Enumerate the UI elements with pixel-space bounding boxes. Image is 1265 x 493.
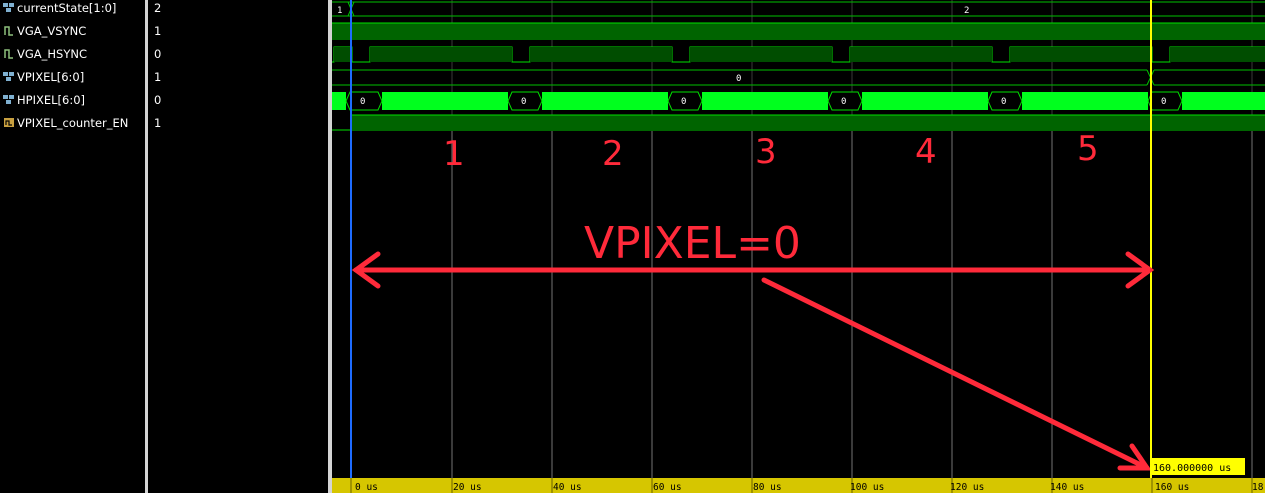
signal-row-currentState[interactable]: currentState[1:0]	[0, 0, 145, 23]
bus-icon	[3, 72, 14, 81]
bus-value-label: 1	[337, 6, 342, 16]
time-tick-label: 0 us	[355, 482, 378, 493]
wave-currentState: 1 2	[332, 1, 1265, 17]
signal-row-vga-vsync[interactable]: VGA_VSYNC	[0, 23, 145, 46]
wave-vpixel: 0	[332, 69, 1265, 86]
signal-value: 1	[154, 24, 162, 38]
signal-name: VPIXEL_counter_EN	[17, 116, 129, 130]
signal-value: 2	[154, 1, 162, 15]
wave-vpixel-counter-en	[332, 114, 1265, 131]
bus-value-label: 0	[736, 74, 741, 84]
waveform-canvas[interactable]: 1 2 0 0 0 0 0 0 0 1 2 3 4 5 VPIXEL=0 160…	[332, 0, 1265, 493]
wave-vga-vsync	[332, 22, 1265, 40]
bus-value-label: 0	[841, 97, 846, 107]
cursor-readout: 160.000000 us	[1150, 458, 1245, 475]
signal-name: VPIXEL[6:0]	[17, 70, 85, 84]
signal-row-vpixel-counter-en[interactable]: VPIXEL_counter_EN	[0, 115, 145, 138]
annotation-label: VPIXEL=0	[584, 218, 801, 269]
time-tick-label: 160 us	[1155, 482, 1189, 493]
annotation-number: 3	[755, 132, 777, 172]
signal-row-vga-hsync[interactable]: VGA_HSYNC	[0, 46, 145, 69]
time-tick-label: 18	[1252, 482, 1264, 493]
signal-name: HPIXEL[6:0]	[17, 93, 86, 107]
annotation-number: 1	[443, 134, 465, 174]
time-tick-label: 120 us	[950, 482, 984, 493]
annotations: 1 2 3 4 5 VPIXEL=0	[443, 129, 1099, 269]
signal-row-hpixel[interactable]: HPIXEL[6:0]	[0, 92, 145, 115]
annotation-arrows	[351, 251, 1155, 471]
svg-text:160.000000 us: 160.000000 us	[1153, 463, 1231, 474]
bus-value-label: 0	[360, 97, 365, 107]
bus-icon	[3, 3, 14, 12]
signal-name: VGA_VSYNC	[17, 24, 87, 38]
time-tick-label: 60 us	[653, 482, 682, 493]
time-axis[interactable]: 0 us 20 us 40 us 60 us 80 us 100 us 120 …	[332, 478, 1265, 493]
time-tick-label: 80 us	[753, 482, 782, 493]
signal-value: 1	[154, 70, 162, 84]
pointer-arrow-line	[761, 277, 1150, 471]
grid-lines-light	[451, 130, 1253, 478]
bus-value-label: 2	[964, 6, 969, 16]
signal-value: 0	[154, 47, 162, 61]
signal-names-panel: currentState[1:0] VGA_VSYNC VGA_HSYNC VP…	[0, 0, 145, 493]
wire-icon	[4, 26, 13, 36]
wire-icon	[4, 49, 13, 59]
bus-value-label: 0	[681, 97, 686, 107]
annotation-number: 4	[915, 132, 937, 172]
bus-value-label: 0	[521, 97, 526, 107]
signal-value: 1	[154, 116, 162, 130]
time-tick-label: 100 us	[850, 482, 884, 493]
reg-icon	[4, 118, 14, 127]
wave-hpixel: 0 0 0 0 0 0	[332, 91, 1265, 111]
signal-values-panel: 2 1 0 1 0 1	[148, 0, 328, 493]
annotation-number: 5	[1077, 129, 1099, 169]
wave-vga-hsync	[332, 46, 1265, 63]
signal-value: 0	[154, 93, 162, 107]
signal-name: VGA_HSYNC	[17, 47, 87, 61]
bus-icon	[3, 95, 14, 104]
signal-row-vpixel[interactable]: VPIXEL[6:0]	[0, 69, 145, 92]
bus-value-label: 0	[1001, 97, 1006, 107]
signal-name: currentState[1:0]	[17, 1, 117, 15]
bus-value-label: 0	[1161, 97, 1166, 107]
time-tick-label: 40 us	[553, 482, 582, 493]
time-tick-label: 20 us	[453, 482, 482, 493]
time-tick-label: 140 us	[1050, 482, 1084, 493]
annotation-number: 2	[602, 134, 624, 174]
